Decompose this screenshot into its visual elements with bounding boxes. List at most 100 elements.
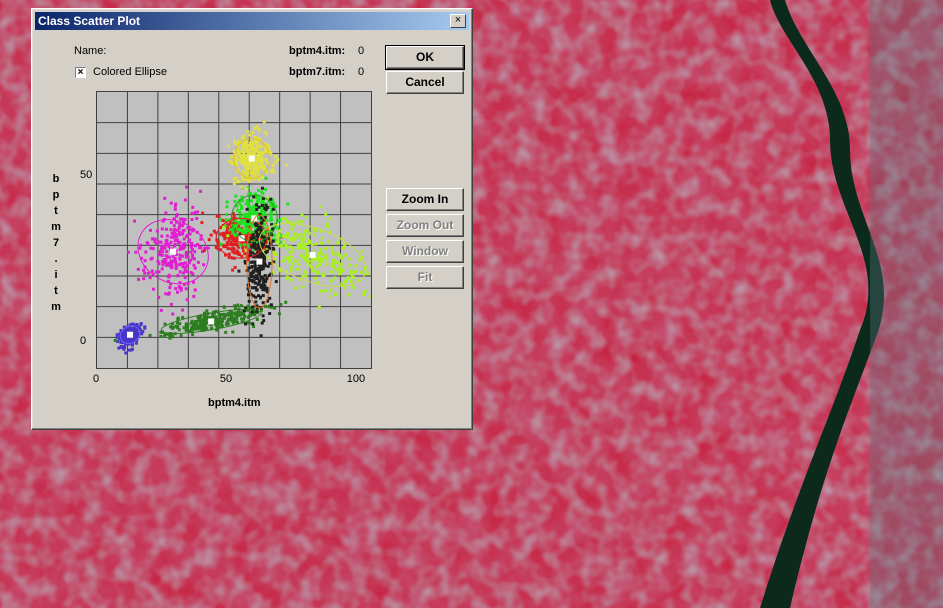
data-point [129,348,133,352]
data-point [250,310,254,314]
fit-button[interactable]: Fit [386,266,464,289]
colored-ellipse-label[interactable]: Colored Ellipse [93,66,167,79]
data-point [265,249,269,253]
class-mean-marker [126,331,133,338]
data-point [160,253,164,257]
data-point [231,268,235,272]
data-point [276,158,280,162]
data-point [225,213,229,217]
data-point [151,247,155,251]
data-point [251,322,255,326]
data-point [243,251,247,255]
data-point [272,250,276,254]
data-point [259,152,263,156]
data-point [245,158,249,162]
data-point [184,255,188,259]
data-point [262,235,266,239]
data-point [289,266,293,270]
data-point [169,228,173,232]
data-point [148,228,152,232]
data-point [218,217,222,221]
data-point [306,228,310,232]
data-point [174,266,178,270]
data-point [263,288,267,292]
data-point [143,326,147,330]
data-point [251,131,255,135]
data-point [260,159,264,163]
data-point [327,240,331,244]
data-point [190,217,194,221]
data-point [124,351,128,355]
data-point [236,180,240,184]
data-point [227,144,231,148]
data-point [303,270,307,274]
zoom-in-button[interactable]: Zoom In [386,188,464,211]
data-point [333,276,337,280]
data-point [285,245,289,249]
data-point [254,167,258,171]
data-point [324,212,328,216]
ok-button[interactable]: OK [385,45,465,70]
data-point [234,219,238,223]
cancel-button[interactable]: Cancel [386,71,464,94]
data-point [248,133,252,137]
scatter-plot-area[interactable] [96,91,390,369]
data-point [157,262,161,266]
data-point [274,280,278,284]
data-point [269,218,273,222]
data-point [218,319,222,323]
data-point [202,249,206,253]
data-point [142,277,146,281]
data-point [243,322,247,326]
data-point [305,249,309,253]
data-point [231,249,235,253]
data-point [207,238,211,242]
scatter-plot-svg[interactable] [97,92,390,368]
data-point [346,277,350,281]
data-point [143,271,147,275]
data-point [151,237,155,241]
title-bar[interactable]: Class Scatter Plot × [35,12,469,30]
data-point [142,268,146,272]
data-point [240,169,244,173]
data-point [233,304,237,308]
data-point [168,286,172,290]
data-point [256,156,260,160]
data-point [290,227,294,231]
data-point [183,242,187,246]
close-button[interactable]: × [450,14,466,28]
colored-ellipse-checkbox[interactable]: × [75,67,86,78]
data-point [228,242,232,246]
class-mean-marker [208,318,215,325]
class-point-cluster [126,185,210,316]
y-tick-label: 0 [80,335,87,348]
data-point [223,237,227,241]
y-axis-label-char: t [54,285,58,297]
data-point [181,229,185,233]
window-button[interactable]: Window [386,240,464,263]
data-point [281,259,285,263]
data-point [178,270,182,274]
data-point [236,303,240,307]
zoom-out-button[interactable]: Zoom Out [386,214,464,237]
data-point [304,216,308,220]
data-point [234,225,238,229]
data-point [317,305,321,309]
data-point [230,236,234,240]
data-point [279,302,283,306]
data-point [233,199,237,203]
data-point [228,228,232,232]
data-point [297,263,301,267]
name-label: Name: [74,45,107,57]
data-point [246,293,250,297]
data-point [301,285,305,289]
data-point [113,338,117,342]
data-point [302,235,306,239]
data-point [263,261,267,265]
data-point [284,163,288,167]
data-point [273,306,277,310]
data-point [236,228,240,232]
data-point [222,225,226,229]
x-axis-label: bptm4.itm [208,397,261,409]
data-point [191,325,195,329]
